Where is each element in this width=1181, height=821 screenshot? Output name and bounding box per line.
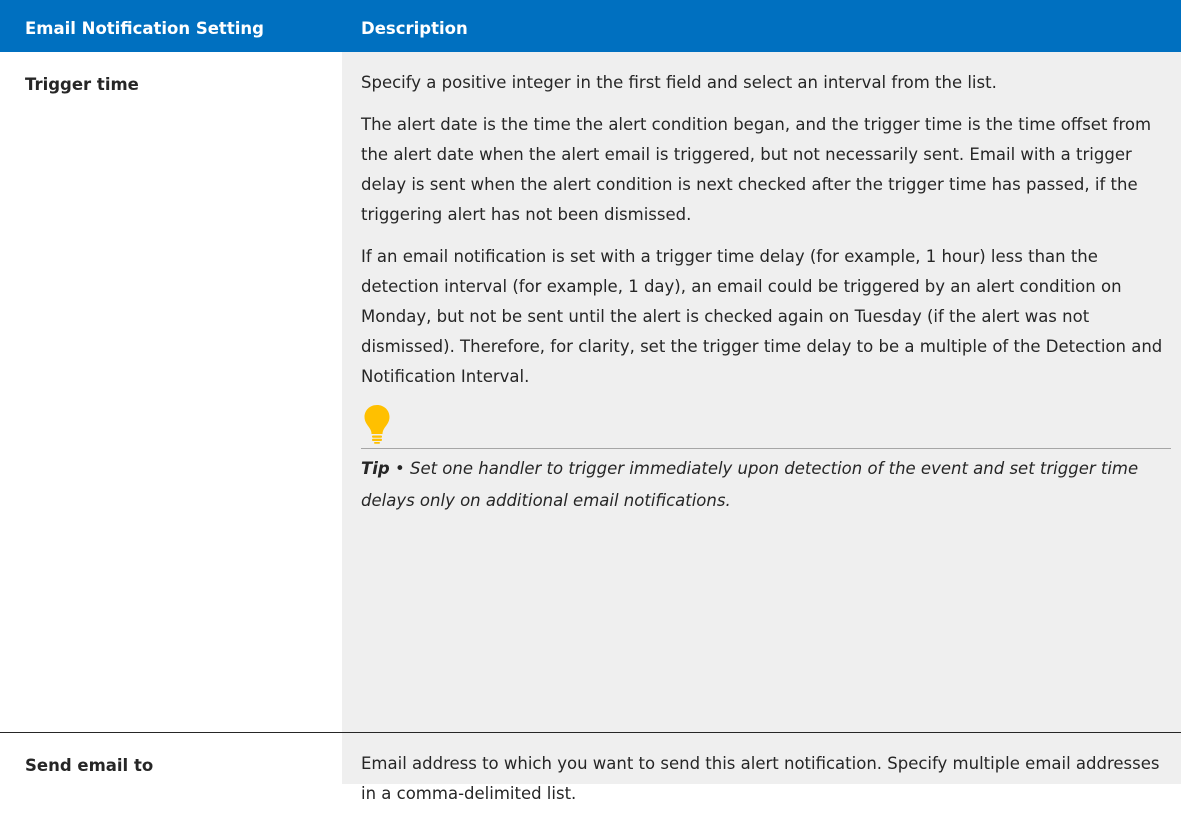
table-header: Email Notification Setting Description [0,0,1181,52]
tip-block: Tip • Set one handler to trigger immedia… [361,404,1171,517]
description-cell: Specify a positive integer in the first … [342,52,1181,732]
table-row: Send email to Email address to which you… [0,733,1181,803]
description-paragraph: Email address to which you want to send … [361,754,1160,803]
header-description: Description [361,19,468,38]
description-paragraph: If an email notification is set with a t… [361,247,1163,386]
table-row: Trigger time Specify a positive integer … [0,52,1181,732]
setting-cell: Send email to [0,733,342,784]
setting-cell: Trigger time [0,52,342,732]
description-paragraph: The alert date is the time the alert con… [361,115,1152,224]
tip-label: Tip [361,459,390,478]
tip-body: Set one handler to trigger immediately u… [361,459,1139,510]
tip-divider [361,448,1171,449]
description-paragraph: Specify a positive integer in the first … [361,73,997,92]
tip-separator: • [389,459,410,478]
description-cell: Email address to which you want to send … [342,733,1181,803]
setting-name: Send email to [25,756,154,775]
description-body: Email address to which you want to send … [361,749,1171,821]
setting-name: Trigger time [25,75,139,94]
header-setting: Email Notification Setting [25,19,264,38]
description-body: Specify a positive integer in the first … [361,68,1171,517]
lightbulb-icon [364,405,390,444]
tip-text: Tip • Set one handler to trigger immedia… [361,453,1171,517]
